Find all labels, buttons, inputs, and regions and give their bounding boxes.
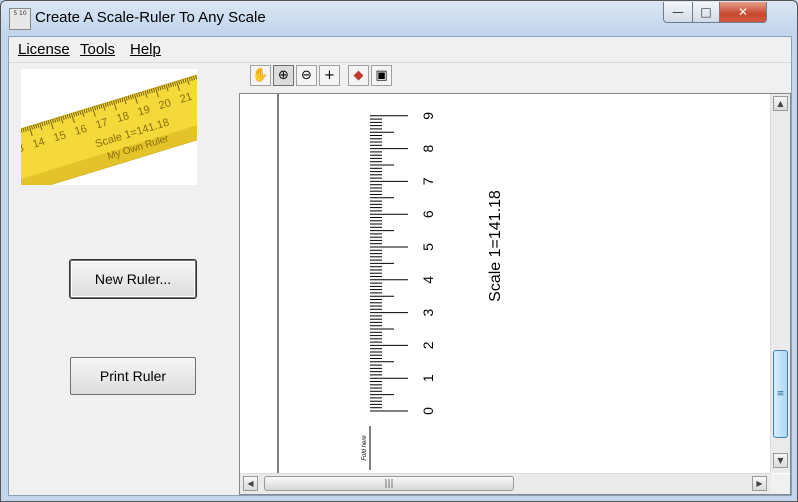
crosshair-button[interactable]: + <box>319 65 340 86</box>
crosshair-icon: + <box>324 68 335 83</box>
scroll-corner <box>771 474 790 494</box>
title-bar[interactable]: 5 10 Create A Scale-Ruler To Any Scale —… <box>1 1 797 35</box>
maximize-icon: □ <box>700 5 712 19</box>
zoom-out-button[interactable]: ⊖ <box>296 65 317 86</box>
horizontal-scrollbar[interactable]: ◀ ||| ▶ <box>240 473 771 494</box>
minimize-icon: — <box>672 5 684 19</box>
close-icon: ✕ <box>737 5 749 19</box>
scroll-right-button[interactable]: ▶ <box>752 476 767 491</box>
window-title: Create A Scale-Ruler To Any Scale <box>35 9 266 26</box>
right-arrow-icon: ▶ <box>756 479 763 488</box>
ruler-label: 1 <box>420 374 436 382</box>
up-arrow-icon: ▲ <box>777 99 784 108</box>
zoom-in-button[interactable]: ⊕ <box>273 65 294 86</box>
vertical-scrollbar[interactable]: ▲ ≡ ▼ <box>770 94 790 473</box>
app-window: 5 10 Create A Scale-Ruler To Any Scale —… <box>0 0 798 502</box>
menu-bar: License Tools Help <box>9 37 791 63</box>
left-arrow-icon: ◀ <box>247 479 254 488</box>
scroll-down-button[interactable]: ▼ <box>773 453 788 468</box>
fold-here-text: Fold here <box>362 435 368 461</box>
ruler-label: 8 <box>420 144 436 152</box>
scroll-up-button[interactable]: ▲ <box>773 96 788 111</box>
down-arrow-icon: ▼ <box>777 456 784 465</box>
ruler-label: 6 <box>420 210 436 218</box>
horizontal-scroll-thumb[interactable]: ||| <box>264 476 514 491</box>
zoom-in-icon: ⊕ <box>278 68 289 83</box>
new-ruler-button[interactable]: New Ruler... <box>70 260 196 298</box>
print-ruler-button[interactable]: Print Ruler <box>70 357 196 395</box>
ruler-icon: 5 10 <box>9 8 31 30</box>
grip-icon: ≡ <box>776 389 785 399</box>
client-area: License Tools Help 13141516171819202122 … <box>8 36 792 496</box>
scroll-left-button[interactable]: ◀ <box>243 476 258 491</box>
ruler-preview[interactable]: 0 1 2 3 4 5 6 7 8 9 Scale 1=141.18 Fold here ▲ ≡ … <box>239 93 791 495</box>
ruler-label: 4 <box>420 276 436 284</box>
color-icon: ◆ <box>353 68 364 83</box>
ruler-label: 0 <box>420 407 436 415</box>
export-icon: ▣ <box>375 68 388 83</box>
minimize-button[interactable]: — <box>663 2 693 23</box>
zoom-out-icon: ⊖ <box>301 68 312 83</box>
menu-tools[interactable]: Tools <box>80 41 115 58</box>
logo-image: 13141516171819202122 Scale 1=141.18 My O… <box>21 69 197 185</box>
menu-help[interactable]: Help <box>130 41 161 58</box>
ruler-label: 3 <box>420 308 436 316</box>
hand-icon: ✋ <box>252 68 269 83</box>
ruler-label: 9 <box>420 112 436 120</box>
pan-button[interactable]: ✋ <box>250 65 271 86</box>
export-button[interactable]: ▣ <box>371 65 392 86</box>
ruler-label: 5 <box>420 243 436 251</box>
color-button[interactable]: ◆ <box>348 65 369 86</box>
ruler-scale-text: Scale 1=141.18 <box>487 190 504 302</box>
maximize-button[interactable]: □ <box>692 2 720 23</box>
menu-license[interactable]: License <box>18 41 70 58</box>
vertical-scroll-thumb[interactable]: ≡ <box>773 350 788 438</box>
ruler-label: 7 <box>420 177 436 185</box>
close-button[interactable]: ✕ <box>719 2 767 23</box>
ruler-label: 2 <box>420 341 436 349</box>
grip-icon: ||| <box>384 478 394 489</box>
